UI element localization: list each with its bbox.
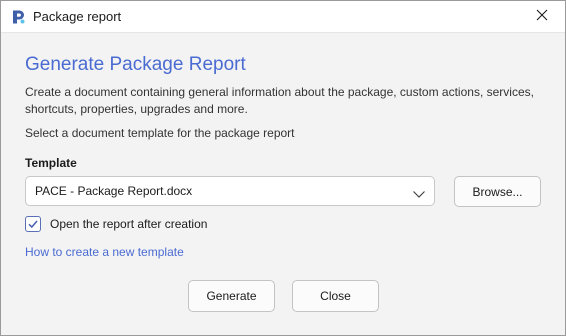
template-dropdown[interactable]: PACE - Package Report.docx (25, 176, 435, 206)
dialog-heading: Generate Package Report (25, 54, 246, 75)
create-template-help-link[interactable]: How to create a new template (25, 245, 184, 259)
chevron-down-icon (412, 186, 426, 198)
package-report-dialog: Package report Generate Package Report C… (0, 0, 566, 336)
checkmark-icon (28, 220, 38, 229)
dialog-instruction: Select a document template for the packa… (25, 126, 295, 140)
open-after-creation-checkbox[interactable] (25, 216, 41, 232)
browse-button[interactable]: Browse... (454, 176, 541, 207)
pace-logo-icon (10, 9, 26, 25)
window-title: Package report (33, 9, 122, 24)
dialog-content: Generate Package Report Create a documen… (25, 53, 545, 141)
close-button[interactable]: Close (292, 280, 379, 312)
dialog-description: Create a document containing general inf… (25, 85, 534, 116)
title-bar: Package report (1, 1, 565, 33)
close-icon (536, 8, 548, 26)
window-close-button[interactable] (519, 1, 565, 32)
open-after-creation-label[interactable]: Open the report after creation (50, 217, 207, 231)
template-selected-value: PACE - Package Report.docx (35, 184, 193, 198)
template-label: Template (25, 156, 77, 170)
generate-button[interactable]: Generate (188, 280, 275, 312)
